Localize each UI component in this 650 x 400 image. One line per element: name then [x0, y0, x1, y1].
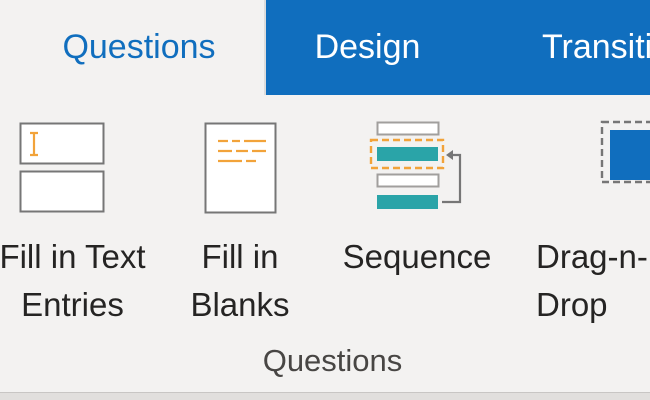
fill-in-text-entries-button[interactable]: Fill in Text Entries [0, 95, 165, 335]
ribbon-panel: Fill in Text Entries Fill in Blanks Sequ… [0, 95, 650, 392]
ribbon-tab-bar: Questions Design Transitions [0, 0, 650, 95]
tab-transitions[interactable]: Transitions [510, 0, 650, 95]
tab-design[interactable]: Design [280, 0, 455, 95]
tab-bar-edge [0, 0, 14, 95]
ribbon-bottom-border [0, 392, 650, 400]
app-window: Questions Design Transitions Fill in Tex… [0, 0, 650, 400]
command-label: Sequence [342, 238, 492, 275]
drag-n-drop-button[interactable]: Drag-n-Drop [528, 95, 650, 335]
ribbon-group-label: Questions [262, 343, 403, 378]
fill-blanks-icon [204, 122, 277, 214]
drag-drop-icon [600, 120, 650, 184]
command-label: Drag-n-Drop [536, 238, 648, 323]
tab-questions[interactable]: Questions [14, 0, 266, 95]
sequence-button[interactable]: Sequence [326, 95, 508, 335]
sequence-icon [369, 121, 462, 209]
command-label: Fill in Blanks [190, 238, 290, 323]
command-label: Fill in Text Entries [0, 238, 146, 323]
fill-in-blanks-button[interactable]: Fill in Blanks [172, 95, 308, 335]
text-entry-icon [19, 122, 105, 213]
